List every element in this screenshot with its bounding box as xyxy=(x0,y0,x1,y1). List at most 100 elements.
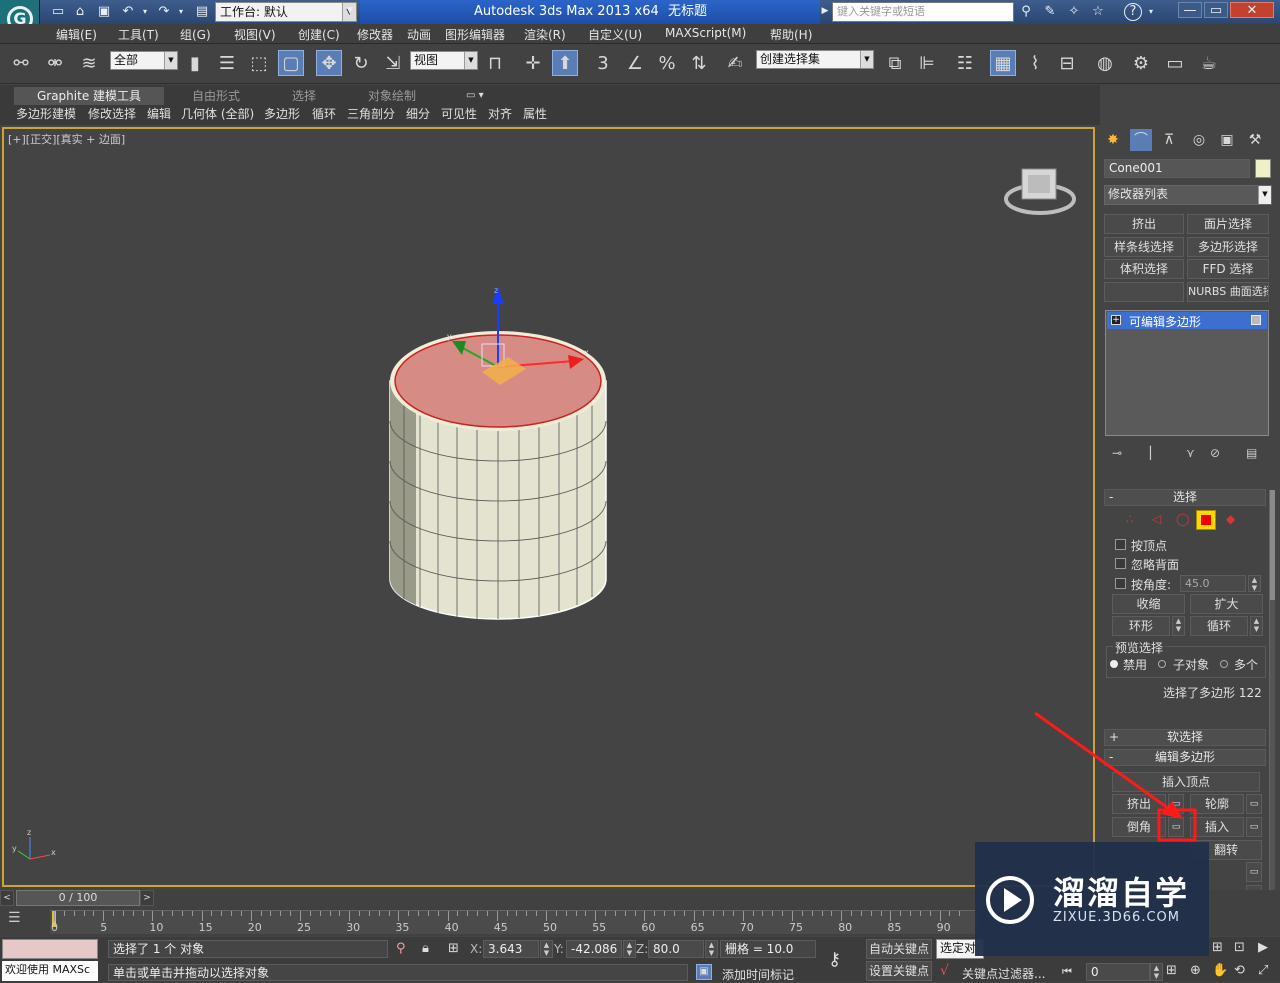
percent-snap-icon[interactable]: % xyxy=(654,51,680,77)
z-coordinate-field[interactable]: 80.0 xyxy=(648,940,704,958)
goto-start-icon[interactable]: ⏮ xyxy=(1062,965,1072,979)
pan-view-icon[interactable]: ✋ xyxy=(1212,963,1228,978)
x-spinner[interactable]: ▲ ▼ xyxy=(540,940,553,958)
current-frame-spinner[interactable]: ▲ ▼ xyxy=(1150,963,1163,981)
ring-button[interactable]: 环形 xyxy=(1112,616,1170,636)
spline-select-button[interactable]: 样条线选择 xyxy=(1104,237,1184,257)
modifier-list-dropdown[interactable]: 修改器列表 ▼ xyxy=(1104,185,1272,205)
ribbon-edit[interactable]: 编辑 xyxy=(147,105,171,124)
auto-key-button[interactable]: 自动关键点 xyxy=(866,939,932,959)
select-manipulate-icon[interactable]: ✛ xyxy=(520,51,546,77)
loop-button[interactable]: 循环 xyxy=(1190,616,1248,636)
track-bar[interactable]: 0 5 10 15 20 25 30 35 40 45 50 55 60 65 70 75 80 85 90 xyxy=(50,910,980,934)
hinge-settings-button[interactable]: ▭ xyxy=(1246,862,1262,882)
save-icon[interactable]: ▣ xyxy=(96,4,112,19)
empty-modifier-button[interactable] xyxy=(1104,282,1184,302)
field-of-view-icon[interactable]: ▶ xyxy=(1258,940,1268,955)
menu-animation[interactable]: 动画 xyxy=(407,26,431,43)
stack-item-editable-poly[interactable]: + 可编辑多边形 xyxy=(1107,312,1267,329)
by-vertex-checkbox[interactable] xyxy=(1115,539,1126,550)
mirror-icon[interactable]: ⧉ xyxy=(882,51,908,77)
loop-spinner[interactable]: ▲ ▼ xyxy=(1250,616,1263,636)
lock-selection-icon[interactable]: 🔒︎ xyxy=(422,941,429,956)
time-slider-prev-icon[interactable]: < xyxy=(0,890,14,906)
x-coordinate-field[interactable]: 3.643 xyxy=(483,940,539,958)
angle-value-field[interactable]: 45.0 xyxy=(1180,575,1246,592)
isolate-selection-icon[interactable]: ⚲ xyxy=(396,941,406,956)
maxscript-listener-mini[interactable] xyxy=(2,939,98,959)
grow-button[interactable]: 扩大 xyxy=(1190,594,1263,614)
ring-spinner[interactable]: ▲ ▼ xyxy=(1172,616,1185,636)
selection-filter-dropdown[interactable]: 全部 ▼ xyxy=(110,51,178,70)
select-rotate-icon[interactable]: ↻ xyxy=(348,51,374,77)
object-color-swatch[interactable] xyxy=(1255,159,1271,178)
ribbon-align[interactable]: 对齐 xyxy=(488,105,512,124)
ribbon-options-icon[interactable]: ▭ ▾ xyxy=(466,87,484,105)
workspace-dropdown[interactable]: 工作台: 默认 ▼ xyxy=(215,2,357,22)
menu-view[interactable]: 视图(V) xyxy=(234,26,276,43)
show-end-result-icon[interactable]: ▏ xyxy=(1150,446,1159,460)
ribbon-polygon-modeling[interactable]: 多边形建模 xyxy=(16,105,76,124)
project-folder-icon[interactable]: ▤ xyxy=(194,4,210,19)
remove-modifier-icon[interactable]: ⊘ xyxy=(1210,446,1220,460)
menu-graph-editors[interactable]: 图形编辑器 xyxy=(445,26,505,43)
modifier-stack[interactable]: + 可编辑多边形 xyxy=(1105,310,1269,436)
motion-tab-icon[interactable]: ◎ xyxy=(1188,129,1210,151)
add-time-tag[interactable]: 添加时间标记 xyxy=(722,966,794,983)
reference-coordinate-dropdown[interactable]: 视图 ▼ xyxy=(410,51,478,70)
ribbon-properties[interactable]: 属性 xyxy=(523,105,547,124)
menu-modifiers[interactable]: 修改器 xyxy=(357,26,393,43)
menu-maxscript[interactable]: MAXScript(M) xyxy=(665,26,746,40)
menu-tools[interactable]: 工具(T) xyxy=(118,26,159,43)
object-name-field[interactable]: Cone001 xyxy=(1104,159,1250,178)
preview-multi-radio[interactable] xyxy=(1220,660,1228,668)
hierarchy-tab-icon[interactable]: ⊼ xyxy=(1158,129,1180,151)
time-config-icon[interactable]: ⊞ xyxy=(1166,963,1177,978)
quick-access-dropdown-icon[interactable]: ▼ xyxy=(345,4,355,19)
element-level-icon[interactable]: ◆ xyxy=(1226,512,1235,526)
set-key-button[interactable]: 设置关键点 xyxy=(866,961,932,981)
ribbon-loops[interactable]: 循环 xyxy=(312,105,336,124)
by-angle-checkbox[interactable] xyxy=(1115,578,1126,589)
ribbon-tab-freeform[interactable]: 自由形式 xyxy=(192,87,240,105)
menu-edit[interactable]: 编辑(E) xyxy=(56,26,97,43)
configure-modifier-sets-icon[interactable]: ▤ xyxy=(1246,446,1257,460)
edit-named-selection-icon[interactable]: ✍ xyxy=(722,51,748,77)
zoom-region-icon[interactable]: ⊕ xyxy=(1190,963,1201,978)
unlink-icon[interactable]: ⚮ xyxy=(42,51,68,77)
ribbon-geometry-all[interactable]: 几何体 (全部) xyxy=(181,105,254,124)
redo-icon[interactable]: ↷ xyxy=(156,4,172,19)
time-tag-icon[interactable]: ▣ xyxy=(696,964,712,980)
favorites-star-icon[interactable]: ☆ xyxy=(1090,4,1106,19)
ignore-backfacing-checkbox[interactable] xyxy=(1115,558,1126,569)
current-frame-field[interactable]: 0 xyxy=(1086,963,1150,981)
snaps-toggle-icon[interactable]: 3 xyxy=(590,51,616,77)
y-spinner[interactable]: ▲ ▼ xyxy=(623,940,636,958)
expand-plus-icon[interactable]: + xyxy=(1111,315,1121,325)
key-icon[interactable]: ⚷ xyxy=(828,949,841,970)
key-filters-button[interactable]: 关键点过滤器... xyxy=(962,965,1045,982)
select-object-icon[interactable]: ▮ xyxy=(182,51,208,77)
undo-icon[interactable]: ↶ xyxy=(120,4,136,19)
viewcube-icon[interactable] xyxy=(1004,168,1076,215)
render-setup-icon[interactable]: ⚙ xyxy=(1128,51,1154,77)
display-tab-icon[interactable]: ▣ xyxy=(1216,129,1238,151)
close-icon[interactable]: ✕ xyxy=(1230,2,1274,18)
subscription-icon[interactable]: ✎ xyxy=(1042,4,1058,19)
rectangular-selection-icon[interactable]: ⬚ xyxy=(246,51,272,77)
polygon-level-icon[interactable] xyxy=(1196,510,1216,530)
pivot-point-center-icon[interactable]: ⊓ xyxy=(482,51,508,77)
inset-settings-button[interactable]: ▭ xyxy=(1246,817,1262,837)
graphite-toggle-icon[interactable]: ▦ xyxy=(990,50,1016,76)
viewport-front[interactable]: [+][正交][真实 + 边面] z y x z x y xyxy=(2,127,1095,887)
ribbon-subdivision[interactable]: 细分 xyxy=(406,105,430,124)
menu-group[interactable]: 组(G) xyxy=(180,26,211,43)
ffd-select-button[interactable]: FFD 选择 xyxy=(1187,259,1269,279)
ribbon-visibility[interactable]: 可见性 xyxy=(441,105,477,124)
ribbon-polygons[interactable]: 多边形 xyxy=(264,105,300,124)
menu-rendering[interactable]: 渲染(R) xyxy=(524,26,566,43)
bind-space-warp-icon[interactable]: ≋ xyxy=(76,51,102,77)
menu-create[interactable]: 创建(C) xyxy=(298,26,340,43)
ribbon-modify-selection[interactable]: 修改选择 xyxy=(88,105,136,124)
angle-snap-icon[interactable]: ∠ xyxy=(622,51,648,77)
